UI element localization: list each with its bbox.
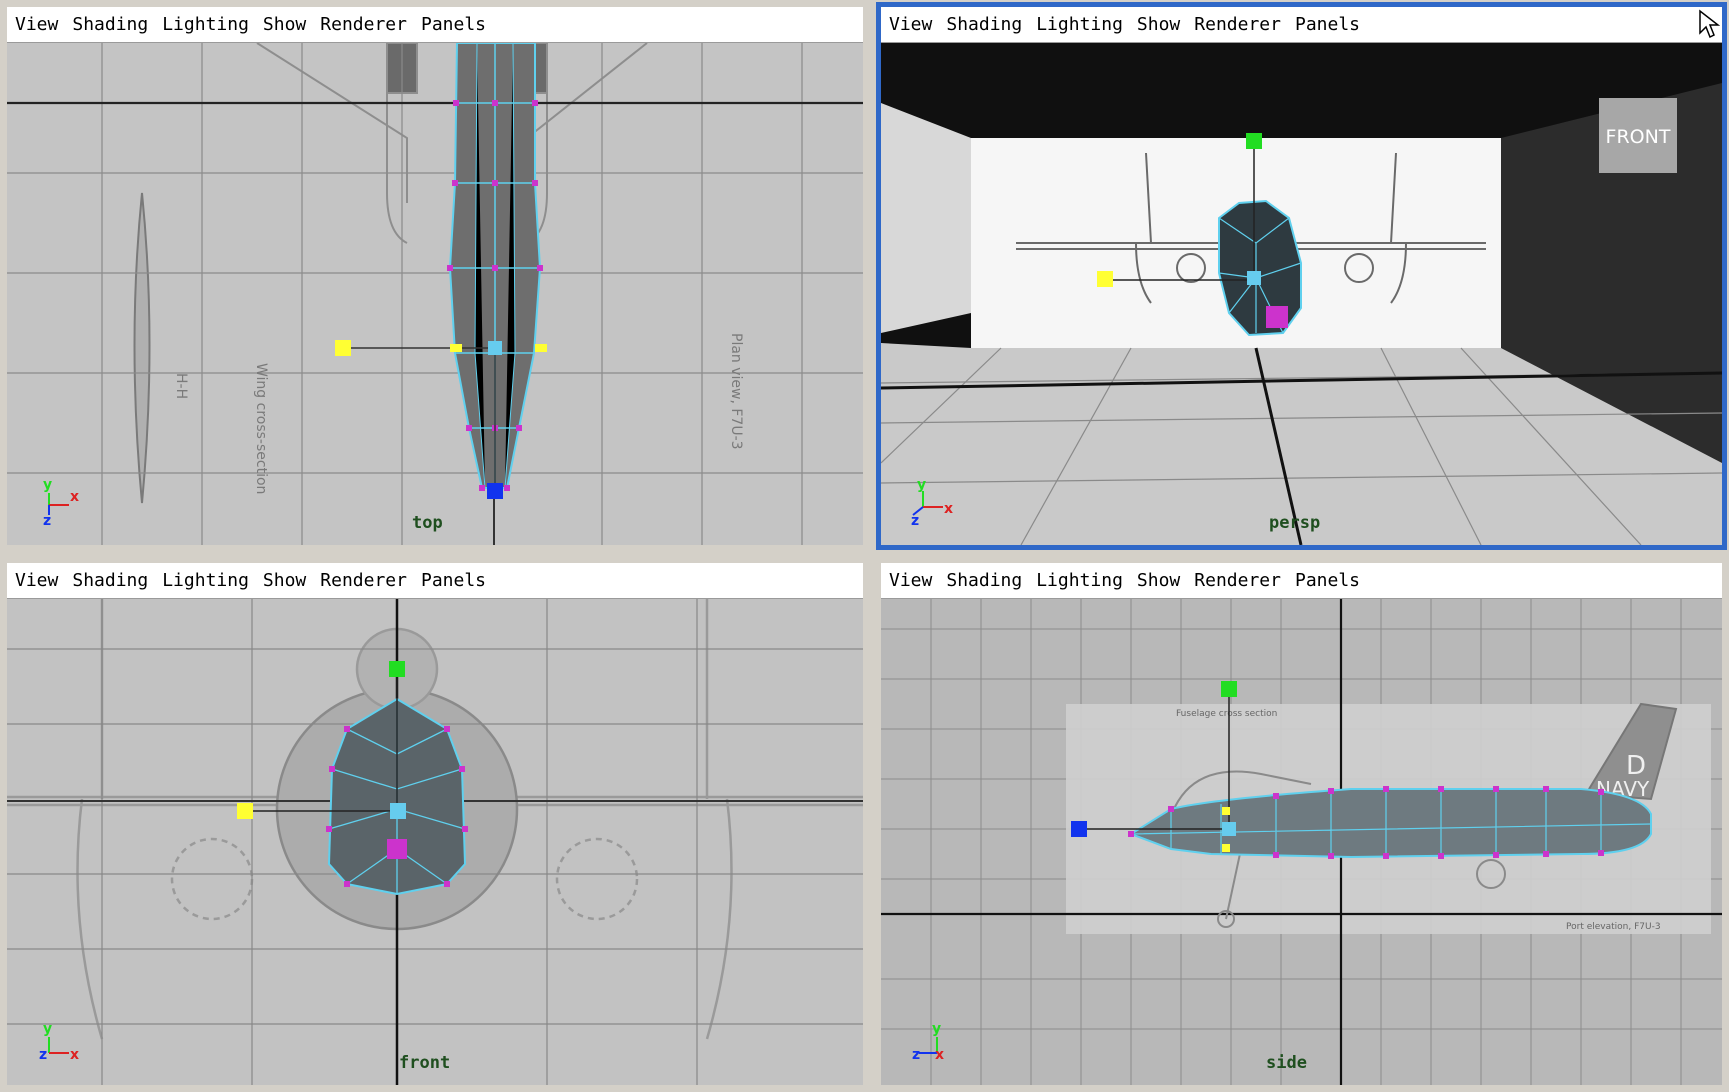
menu-view[interactable]: View	[889, 570, 932, 591]
axis-gizmo-icon: y x z	[37, 475, 97, 529]
svg-text:x: x	[944, 501, 953, 517]
mouse-cursor-icon	[1698, 9, 1721, 43]
menu-panels[interactable]: Panels	[421, 14, 486, 35]
menu-show[interactable]: Show	[1137, 14, 1180, 35]
menu-lighting[interactable]: Lighting	[162, 14, 249, 35]
menu-panels[interactable]: Panels	[1295, 570, 1360, 591]
menu-lighting[interactable]: Lighting	[1036, 14, 1123, 35]
svg-text:z: z	[912, 1047, 920, 1063]
menu-shading[interactable]: Shading	[946, 14, 1022, 35]
top-scene[interactable]: H-H Wing cross-section Plan view, F7U-3	[7, 43, 863, 545]
menu-panels[interactable]: Panels	[1295, 14, 1360, 35]
viewport-top[interactable]: View Shading Lighting Show Renderer Pane…	[2, 2, 868, 550]
top-wing-label: Wing cross-section	[253, 363, 269, 494]
menu-lighting[interactable]: Lighting	[162, 570, 249, 591]
svg-text:y: y	[43, 477, 52, 493]
viewport-persp[interactable]: View Shading Lighting Show Renderer Pane…	[876, 2, 1727, 550]
svg-text:z: z	[39, 1047, 47, 1063]
menu-view[interactable]: View	[15, 570, 58, 591]
side-scene[interactable]: Fuselage cross section D NAVY Port eleva…	[881, 599, 1722, 1085]
menu-renderer[interactable]: Renderer	[320, 570, 407, 591]
viewport-side[interactable]: View Shading Lighting Show Renderer Pane…	[876, 558, 1727, 1090]
persp-canvas: FRONT	[881, 43, 1722, 545]
axis-gizmo-icon: y x z	[911, 475, 971, 529]
persp-mesh[interactable]	[1218, 199, 1302, 337]
menu-renderer[interactable]: Renderer	[320, 14, 407, 35]
axis-gizmo-icon: y z x	[911, 1015, 971, 1065]
menu-shading[interactable]: Shading	[946, 570, 1022, 591]
menu-show[interactable]: Show	[1137, 570, 1180, 591]
menu-view[interactable]: View	[889, 14, 932, 35]
axis-gizmo-icon: y x z	[37, 1015, 97, 1065]
camera-label-top: top	[412, 513, 443, 533]
menu-show[interactable]: Show	[263, 14, 306, 35]
svg-text:y: y	[43, 1021, 52, 1037]
svg-text:x: x	[70, 489, 79, 505]
menu-shading[interactable]: Shading	[72, 14, 148, 35]
side-canvas: Fuselage cross section D NAVY Port eleva…	[881, 599, 1722, 1085]
panel-menubar: View Shading Lighting Show Renderer Pane…	[7, 7, 863, 43]
panel-menubar: View Shading Lighting Show Renderer Pane…	[881, 7, 1722, 43]
menu-view[interactable]: View	[15, 14, 58, 35]
svg-text:x: x	[70, 1047, 79, 1063]
viewport-front[interactable]: View Shading Lighting Show Renderer Pane…	[2, 558, 868, 1090]
svg-text:x: x	[935, 1047, 944, 1063]
menu-lighting[interactable]: Lighting	[1036, 570, 1123, 591]
panel-menubar: View Shading Lighting Show Renderer Pane…	[7, 563, 863, 599]
front-scene[interactable]	[7, 599, 863, 1085]
svg-text:y: y	[917, 477, 926, 493]
camera-label-side: side	[1266, 1053, 1307, 1073]
front-canvas	[7, 599, 863, 1085]
camera-label-front: front	[399, 1053, 451, 1073]
menu-panels[interactable]: Panels	[421, 570, 486, 591]
top-canvas: H-H Wing cross-section Plan view, F7U-3	[7, 43, 863, 545]
svg-text:z: z	[43, 513, 51, 525]
side-fuselage-label: Fuselage cross section	[1176, 709, 1277, 719]
camera-label-persp: persp	[1269, 513, 1321, 533]
top-plan-label: Plan view, F7U-3	[728, 333, 744, 450]
svg-text:z: z	[911, 513, 919, 525]
menu-shading[interactable]: Shading	[72, 570, 148, 591]
panel-menubar: View Shading Lighting Show Renderer Pane…	[881, 563, 1722, 599]
persp-scene[interactable]: FRONT	[881, 43, 1722, 545]
front-sign-text: FRONT	[1606, 126, 1671, 148]
svg-text:y: y	[932, 1021, 941, 1037]
menu-renderer[interactable]: Renderer	[1194, 570, 1281, 591]
top-section-label: H-H	[173, 373, 189, 399]
side-caption: Port elevation, F7U-3	[1566, 922, 1661, 932]
menu-show[interactable]: Show	[263, 570, 306, 591]
menu-renderer[interactable]: Renderer	[1194, 14, 1281, 35]
